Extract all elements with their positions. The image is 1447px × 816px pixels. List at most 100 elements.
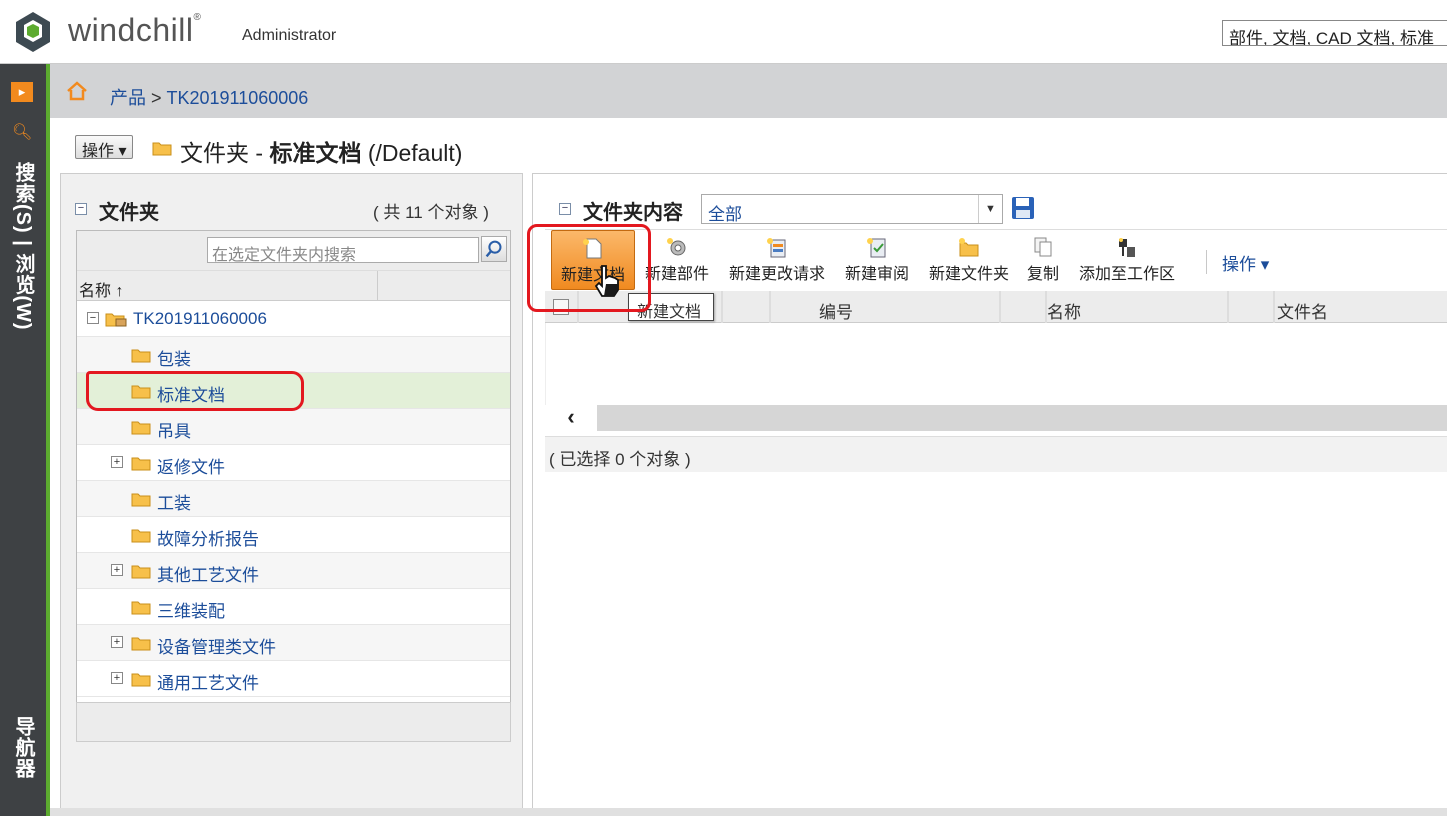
tree-footer [76,702,511,742]
collapse-icon[interactable]: − [75,203,87,215]
tree-item[interactable]: 工装 [77,481,510,517]
app-header: windchill® Administrator 部件, 文档, CAD 文档,… [0,0,1447,64]
column-divider [721,291,723,323]
tree-item-label[interactable]: 故障分析报告 [157,525,259,550]
new-change-request-icon [767,238,786,258]
new-folder-icon [959,238,979,257]
folder-icon [131,349,151,363]
new-folder-button[interactable]: 新建文件夹 [925,230,1013,290]
navigator-tab[interactable]: 导航器 [9,716,38,779]
folder-panel: − 文件夹 ( 共 11 个对象 ) 在选定文件夹内搜索 名称 ↑ − TK20… [60,173,523,816]
expand-node-icon[interactable]: + [111,636,123,648]
column-filename-header[interactable]: 文件名 [1277,298,1328,323]
global-search-input[interactable]: 部件, 文档, CAD 文档, 标准 [1222,20,1447,46]
column-name-header[interactable]: 名称 [1047,298,1081,323]
tree-item[interactable]: + 通用工艺文件 [77,661,510,697]
contents-panel-title: 文件夹内容 [583,202,683,224]
column-divider [769,291,771,323]
tree-item[interactable]: + 返修文件 [77,445,510,481]
folder-count: ( 共 11 个对象 ) [373,203,489,222]
copy-icon [1034,237,1052,257]
tree-item-label[interactable]: 通用工艺文件 [157,669,259,694]
copy-button[interactable]: 复制 [1025,230,1061,290]
horizontal-scrollbar[interactable]: ‹ [545,405,1447,431]
tree-item[interactable]: 吊具 [77,409,510,445]
add-to-workspace-button[interactable]: 添加至工作区 [1075,230,1179,290]
contents-table-body [545,323,1447,405]
tree-item[interactable]: 包装 [77,337,510,373]
breadcrumb-root[interactable]: 产品 [110,88,146,108]
column-number-header[interactable]: 编号 [819,298,853,323]
expand-node-icon[interactable]: + [111,564,123,576]
new-part-button[interactable]: 新建部件 [641,230,713,290]
tree-item-label[interactable]: 工装 [157,489,191,514]
navigator-toggle-icon[interactable]: ▸ [11,82,33,102]
expand-node-icon[interactable]: + [111,456,123,468]
tree-item-label[interactable]: 返修文件 [157,453,225,478]
new-part-icon [667,238,686,256]
copy-label: 复制 [1026,266,1059,283]
folder-icon [152,142,172,156]
column-divider [1227,291,1229,323]
breadcrumb-separator: > [146,88,167,108]
new-folder-label: 新建文件夹 [928,266,1009,283]
current-user: Administrator [242,27,337,44]
tree-item-label[interactable]: 三维装配 [157,597,225,622]
page-actions-menu[interactable]: 操作 ▾ [75,135,134,160]
new-change-request-button[interactable]: 新建更改请求 [725,230,829,290]
home-icon[interactable] [66,80,88,102]
product-folder-icon [105,313,127,327]
new-review-button[interactable]: 新建审阅 [841,230,913,290]
column-divider [1273,291,1275,323]
column-name-header[interactable]: 名称 ↑ [79,277,123,301]
hand-cursor-icon [594,265,619,297]
chevron-down-icon[interactable]: ▼ [978,195,1002,223]
search-pin-icon[interactable]: 🔍︎ [12,122,32,144]
expand-node-icon[interactable]: + [111,672,123,684]
tree-search-row: 在选定文件夹内搜索 [77,231,510,271]
collapse-icon[interactable]: − [559,203,571,215]
tree-item[interactable]: + 其他工艺文件 [77,553,510,589]
folder-icon [131,493,151,507]
left-navigator: ▸ 🔍︎ 搜索(S) | 浏览(W) 导航器 [0,64,46,816]
contents-actions-menu[interactable]: 操作 ▾ [1222,250,1269,275]
folder-icon [131,529,151,543]
new-part-label: 新建部件 [644,266,709,283]
folder-tree: 在选定文件夹内搜索 名称 ↑ − TK201911060006 包装 标准文档 … [76,230,511,742]
tree-item-label[interactable]: 包装 [157,345,191,370]
bottom-strip [50,808,1447,816]
search-icon[interactable] [481,236,507,262]
tree-item-label[interactable]: 其他工艺文件 [157,561,259,586]
column-divider [377,271,378,301]
tree-item[interactable]: + 设备管理类文件 [77,625,510,661]
column-divider [999,291,1001,323]
tree-item[interactable]: 故障分析报告 [77,517,510,553]
breadcrumb-current[interactable]: TK201911060006 [167,88,309,108]
search-browse-tab[interactable]: 搜索(S) | 浏览(W) [9,162,38,331]
scroll-left-icon[interactable]: ‹ [545,405,597,431]
folder-icon [131,601,151,615]
folder-contents-panel: − 文件夹内容 全部 ▼ 新建文档 新建部件 新建更改请求 新建审阅 新建文件夹… [532,173,1447,816]
nav-accent-border [46,64,50,816]
new-review-icon [867,238,886,258]
collapse-node-icon[interactable]: − [87,312,99,324]
view-select[interactable]: 全部 ▼ [701,194,1003,224]
folder-search-input[interactable]: 在选定文件夹内搜索 [207,237,479,264]
page-title: 文件夹 - 标准文档 (/Default) [180,140,463,166]
tree-root-label[interactable]: TK201911060006 [133,309,267,329]
folder-panel-title: 文件夹 [99,202,159,224]
toolbar-separator [1206,250,1207,274]
breadcrumb-bar: 产品 > TK201911060006 [50,64,1447,118]
contents-toolbar: 新建文档 新建部件 新建更改请求 新建审阅 新建文件夹 复制 添加至工作区 操作… [545,229,1447,291]
main-area: 操作 ▾ 文件夹 - 标准文档 (/Default) − 文件夹 ( 共 11 … [60,118,1447,816]
tree-item-label[interactable]: 设备管理类文件 [157,633,276,658]
folder-icon [131,637,151,651]
tree-root-row[interactable]: − TK201911060006 [77,301,510,337]
tree-item-label[interactable]: 吊具 [157,417,191,442]
tree-column-header: 名称 ↑ [77,271,510,301]
add-to-workspace-icon [1119,238,1135,257]
save-view-icon[interactable] [1011,196,1035,220]
highlight-annotation [86,371,304,411]
windchill-logo-icon [16,12,50,52]
tree-item[interactable]: 三维装配 [77,589,510,625]
